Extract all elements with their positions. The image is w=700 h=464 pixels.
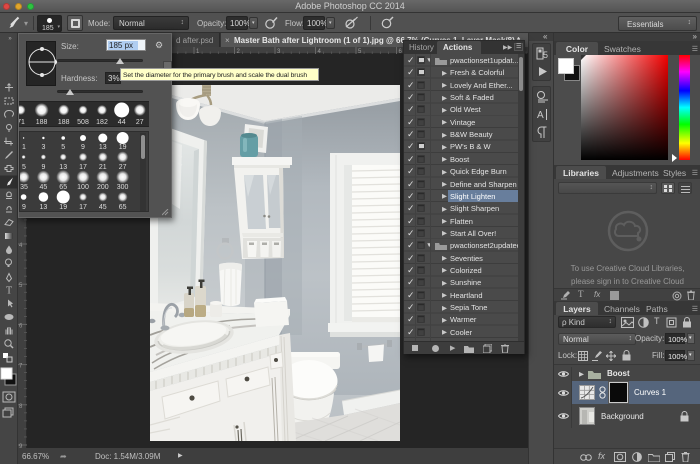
svg-text:35: 35 — [20, 184, 28, 191]
svg-text:9: 9 — [41, 164, 45, 171]
svg-text:65: 65 — [119, 204, 127, 211]
svg-text:44: 44 — [118, 119, 126, 126]
svg-text:508: 508 — [77, 119, 89, 126]
svg-text:5: 5 — [22, 164, 26, 171]
svg-text:13: 13 — [99, 144, 107, 151]
svg-text:17: 17 — [79, 164, 87, 171]
svg-text:A: A — [537, 110, 544, 121]
svg-text:182: 182 — [96, 119, 108, 126]
svg-text:5: 5 — [61, 144, 65, 151]
svg-text:188: 188 — [58, 119, 70, 126]
svg-text:13: 13 — [59, 164, 67, 171]
svg-text:21: 21 — [99, 164, 107, 171]
svg-text:27: 27 — [119, 164, 127, 171]
svg-text:9: 9 — [22, 204, 26, 211]
svg-text:200: 200 — [97, 184, 109, 191]
svg-text:5: 5 — [543, 50, 548, 60]
svg-text:19: 19 — [59, 204, 67, 211]
svg-text:71: 71 — [19, 119, 25, 126]
svg-text:9: 9 — [81, 144, 85, 151]
svg-text:»: » — [8, 36, 12, 42]
svg-text:27: 27 — [136, 119, 144, 126]
svg-text:100: 100 — [77, 184, 89, 191]
svg-text:45: 45 — [99, 204, 107, 211]
svg-text:45: 45 — [40, 184, 48, 191]
svg-text:188: 188 — [36, 119, 48, 126]
svg-text:19: 19 — [119, 144, 127, 151]
svg-text:17: 17 — [79, 204, 87, 211]
svg-text:300: 300 — [117, 184, 129, 191]
svg-text:3: 3 — [41, 144, 45, 151]
svg-text:13: 13 — [40, 204, 48, 211]
svg-text:T: T — [6, 286, 12, 297]
svg-text:65: 65 — [59, 184, 67, 191]
svg-text:1: 1 — [22, 144, 26, 151]
